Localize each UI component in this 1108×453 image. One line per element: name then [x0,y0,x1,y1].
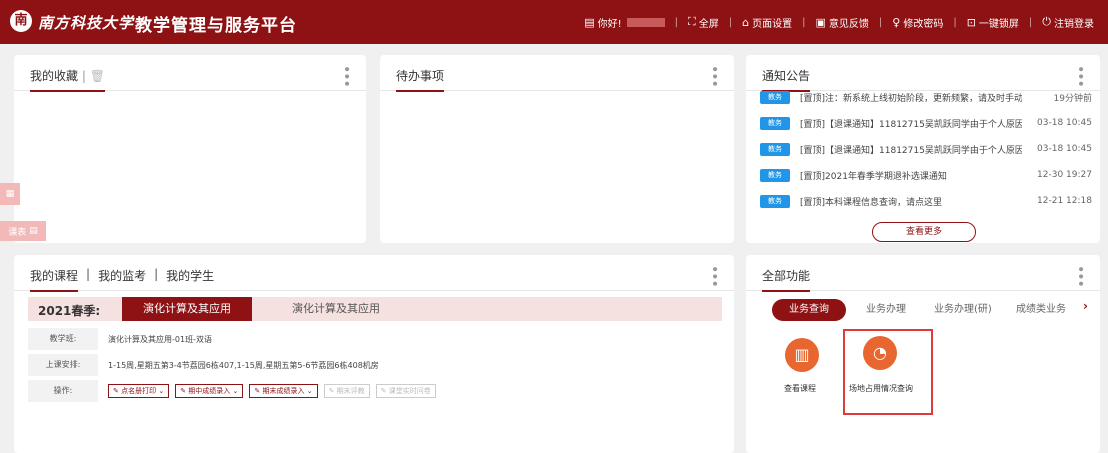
notice-item[interactable]: 教务[置顶]【退课通知】11812715吴凯跃同学由于个人原因申请...03-1… [760,142,1092,156]
todo-title: 待办事项 [396,67,445,92]
more-options-icon[interactable]: ••• [338,65,354,87]
course-tabs: 我的课程 | 我的监考 | 我的学生 [30,267,214,292]
operations-row: 操作: ✎ 点名册打印 ⌄ ✎ 期中成绩录入 ⌄ ✎ 期末成绩录入 ⌄ ✎ 期末… [28,380,722,402]
change-password-button[interactable]: ♀ 修改密码 [886,15,949,30]
logout-button[interactable]: ⏻ 注销登录 [1036,15,1100,30]
notice-tag: 教务 [760,168,790,182]
lock-screen-button[interactable]: ⊡ 一键锁屏 [961,15,1025,30]
side-tab-calculator[interactable]: ▦ [0,183,20,205]
semester-label: 2021春季: [38,304,101,318]
semester-bar: 2021春季: 演化计算及其应用 演化计算及其应用 [28,297,722,321]
tab-business-handling[interactable]: 业务办理 [866,299,906,321]
more-options-icon[interactable]: ••• [1072,265,1088,287]
user-card-icon: ▤ [584,15,595,29]
book-icon[interactable]: ▥ [785,338,819,372]
class-row: 教学班: 演化计算及其应用-01班-双语 [28,328,722,350]
tab-grade-business[interactable]: 成绩类业务 [1016,299,1066,321]
top-nav: ▤ 你好! | ⛶ 全屏 | ⌂ 页面设置 | ▣ 意见反馈 | ♀ 修改密码 | ⊡ 一键… [578,0,1100,44]
todo-card: 待办事项 ••• [380,55,734,243]
tab-business-handling-grad[interactable]: 业务办理(研) [934,299,992,321]
tab-my-courses[interactable]: 我的课程 [30,267,79,292]
power-icon: ⏻ [1042,15,1051,28]
feedback-button[interactable]: ▣ 意见反馈 [809,15,874,30]
final-grade-button[interactable]: ✎ 期末成绩录入 ⌄ [249,384,318,398]
notice-item[interactable]: 教务 [置顶]本科课程信息查询，请点这里 12-21 12:18 [760,194,1092,208]
feedback-icon: ▣ [815,15,826,29]
page-settings-icon: ⌂ [742,15,750,29]
final-evaluation-button[interactable]: ✎ 期末评教 [323,384,370,398]
notices-title: 通知公告 [762,67,811,92]
school-name: 南方科技大学 [38,14,135,32]
notice-item[interactable]: 教务 [置顶]2021年春季学期退补选课通知 12-30 19:27 [760,168,1092,182]
roster-print-button[interactable]: ✎ 点名册打印 ⌄ [108,384,170,398]
username-mask [626,17,665,27]
tab-business-query[interactable]: 业务查询 [772,299,846,321]
chevron-right-icon[interactable]: › [1083,299,1088,313]
more-options-icon[interactable]: ••• [706,65,722,87]
class-survey-button[interactable]: ✎ 课堂实时问卷 [375,384,436,398]
top-bar: 南 南方科技大学 教学管理与服务平台 ▤ 你好! | ⛶ 全屏 | ⌂ 页面设置 | … [0,0,1108,44]
schedule-row: 上课安排: 1-15周,星期五第3-4节荔园6栋407,1-15周,星期五第5-6… [28,354,722,376]
notice-item[interactable]: 教务[置顶]【退课通知】11812715吴凯跃同学由于个人原因申请...03-1… [760,116,1092,130]
function-label-view-courses[interactable]: 查看课程 [784,383,816,394]
function-tabs: 业务查询 业务办理 业务办理(研) 成绩类业务 › [772,299,1090,321]
functions-title: 全部功能 [762,267,811,292]
course-tab[interactable]: 演化计算及其应用 [292,297,380,321]
favorites-card: 我的收藏 | 🗑 ••• [14,55,366,243]
school-seal-icon: 南 [10,10,32,32]
favorites-title: 我的收藏 | 🗑 [30,67,105,92]
view-more-button[interactable]: 查看更多 [872,222,976,242]
trash-icon[interactable]: 🗑 [90,69,105,83]
tab-my-invigilation[interactable]: 我的监考 [98,267,146,292]
lock-icon: ⊡ [966,15,976,29]
course-tab-active[interactable]: 演化计算及其应用 [122,297,252,321]
selection-highlight [843,329,933,415]
platform-title: 教学管理与服务平台 [135,16,297,36]
page-settings-button[interactable]: ⌂ 页面设置 [736,15,798,30]
tab-my-students[interactable]: 我的学生 [166,267,214,292]
user-greeting[interactable]: ▤ 你好! [578,15,670,30]
notice-tag: 教务 [760,194,790,208]
notice-tag: 教务 [760,116,790,130]
notice-tag: 教务 [760,90,790,104]
schedule-icon: ▤ [29,226,38,236]
more-options-icon[interactable]: ••• [1072,65,1088,87]
more-options-icon[interactable]: ••• [706,265,722,287]
midterm-grade-button[interactable]: ✎ 期中成绩录入 ⌄ [175,384,244,398]
calculator-icon: ▦ [5,189,15,199]
key-icon: ♀ [892,15,901,29]
notice-item[interactable]: 教务 [置顶]注：新系统上线初始阶段，更新频繁，请及时手动清... 19分钟前 [760,90,1092,104]
notice-tag: 教务 [760,142,790,156]
fullscreen-button[interactable]: ⛶ 全屏 [682,15,725,30]
side-tab-schedule[interactable]: 课表 ▤ [0,221,46,241]
fullscreen-icon: ⛶ [688,15,696,28]
